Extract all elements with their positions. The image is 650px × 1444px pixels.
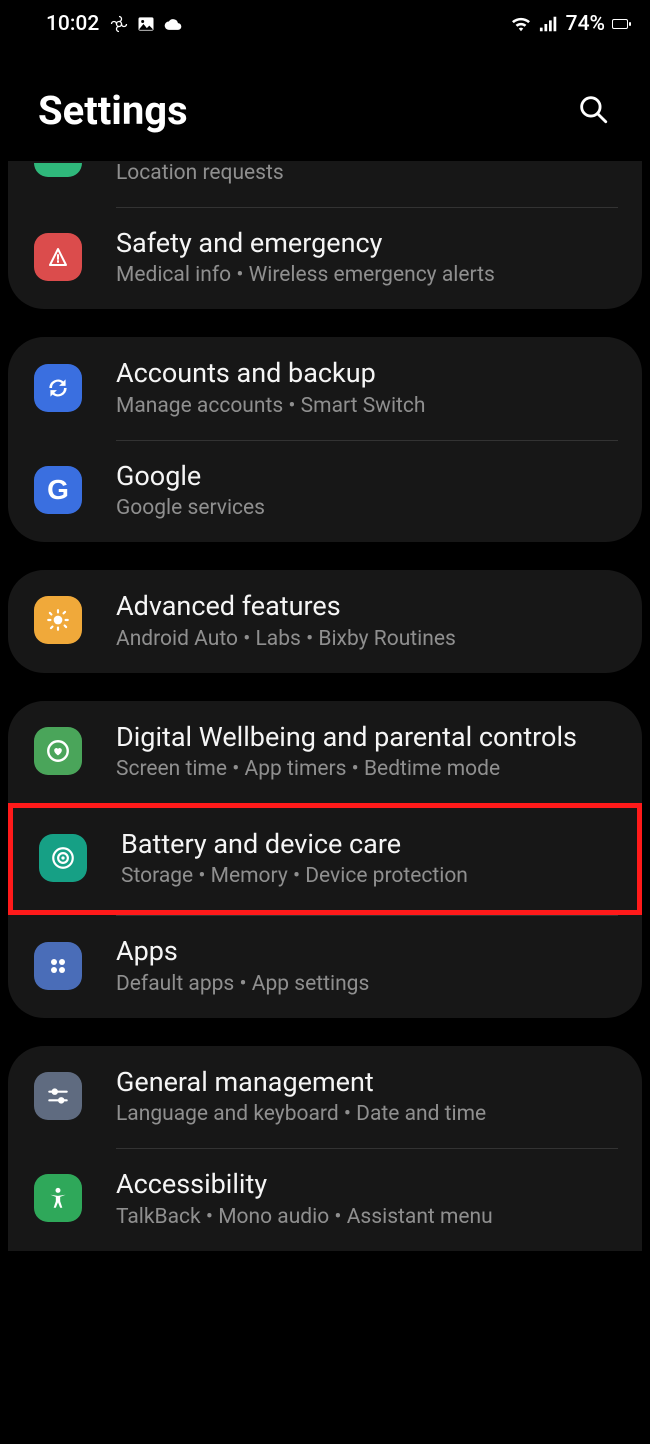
battery-icon	[612, 19, 628, 29]
item-subtitle: Storage • Memory • Device protection	[121, 864, 613, 888]
signal-icon	[539, 15, 559, 33]
item-subtitle: Screen time • App timers • Bedtime mode	[116, 757, 618, 781]
settings-group: Accounts and backup Manage accounts • Sm…	[8, 337, 642, 542]
settings-item-accounts[interactable]: Accounts and backup Manage accounts • Sm…	[8, 337, 642, 439]
settings-item-battery-care[interactable]: Battery and device care Storage • Memory…	[8, 803, 642, 915]
wifi-icon	[510, 15, 532, 33]
settings-item-accessibility[interactable]: Accessibility TalkBack • Mono audio • As…	[8, 1148, 642, 1250]
item-title: Advanced features	[116, 590, 618, 622]
item-subtitle: TalkBack • Mono audio • Assistant menu	[116, 1205, 618, 1229]
settings-group: Location requests Safety and emergency M…	[8, 161, 642, 309]
accessibility-icon	[34, 1174, 82, 1222]
item-title: Accounts and backup	[116, 357, 618, 389]
wellbeing-icon	[34, 727, 82, 775]
settings-item-location[interactable]: Location requests	[8, 161, 642, 207]
settings-group: Advanced features Android Auto • Labs • …	[8, 570, 642, 672]
battery-percentage: 74%	[566, 12, 605, 36]
advanced-icon	[34, 596, 82, 644]
item-title: Google	[116, 460, 618, 492]
settings-item-safety[interactable]: Safety and emergency Medical info • Wire…	[8, 207, 642, 309]
apps-icon	[34, 942, 82, 990]
search-icon	[576, 92, 610, 126]
page-title: Settings	[38, 87, 188, 134]
settings-item-google[interactable]: G Google Google services	[8, 440, 642, 542]
settings-group: Digital Wellbeing and parental controls …	[8, 701, 642, 1018]
search-button[interactable]	[570, 86, 616, 135]
item-subtitle: Manage accounts • Smart Switch	[116, 394, 618, 418]
pinwheel-icon	[109, 14, 129, 34]
device-care-icon	[39, 834, 87, 882]
location-icon	[34, 163, 82, 177]
item-title: General management	[116, 1066, 618, 1098]
settings-header: Settings	[0, 44, 650, 161]
settings-item-wellbeing[interactable]: Digital Wellbeing and parental controls …	[8, 701, 642, 803]
settings-item-general[interactable]: General management Language and keyboard…	[8, 1046, 642, 1148]
status-left-icons	[109, 14, 183, 34]
settings-item-advanced[interactable]: Advanced features Android Auto • Labs • …	[8, 570, 642, 672]
item-subtitle: Location requests	[116, 161, 618, 185]
settings-group: General management Language and keyboard…	[8, 1046, 642, 1251]
item-title: Accessibility	[116, 1168, 618, 1200]
item-title: Battery and device care	[121, 828, 613, 860]
item-subtitle: Medical info • Wireless emergency alerts	[116, 263, 618, 287]
settings-item-apps[interactable]: Apps Default apps • App settings	[8, 915, 642, 1017]
sync-icon	[34, 364, 82, 412]
item-subtitle: Android Auto • Labs • Bixby Routines	[116, 627, 618, 651]
item-subtitle: Language and keyboard • Date and time	[116, 1102, 618, 1126]
google-icon: G	[34, 466, 82, 514]
status-time: 10:02	[46, 12, 99, 36]
item-title: Digital Wellbeing and parental controls	[116, 721, 618, 753]
item-subtitle: Default apps • App settings	[116, 972, 618, 996]
item-title: Apps	[116, 935, 618, 967]
safety-icon	[34, 233, 82, 281]
item-title: Safety and emergency	[116, 227, 618, 259]
image-icon	[136, 14, 156, 34]
status-bar: 10:02 74%	[0, 0, 650, 44]
cloud-icon	[163, 16, 183, 32]
sliders-icon	[34, 1072, 82, 1120]
item-subtitle: Google services	[116, 496, 618, 520]
